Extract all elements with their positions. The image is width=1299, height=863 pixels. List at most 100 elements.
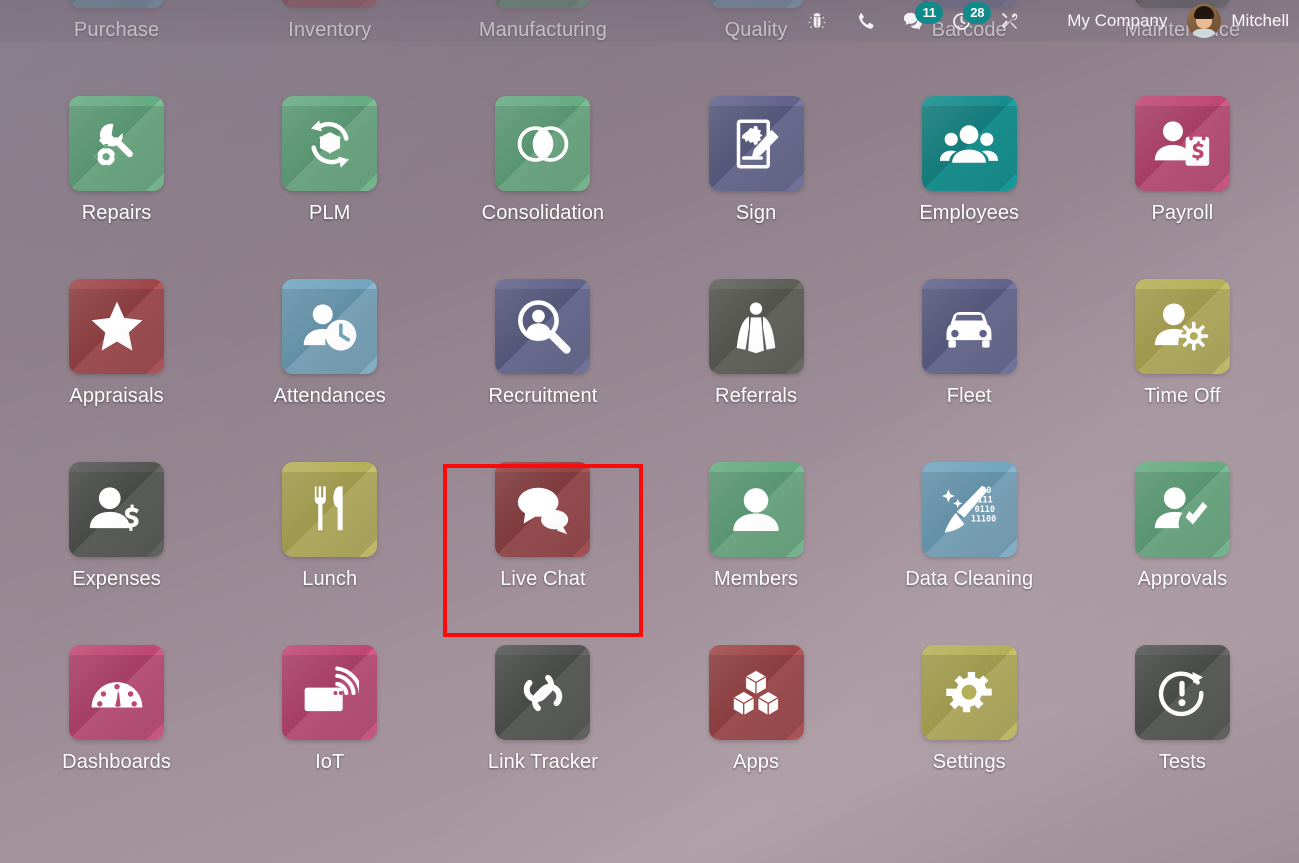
app-label: Fleet <box>946 385 992 407</box>
dashboards-icon[interactable] <box>69 645 165 740</box>
app-label: Approvals <box>1137 568 1228 590</box>
app-tile-iot[interactable]: IoT <box>223 645 436 828</box>
fleet-icon[interactable] <box>921 279 1017 374</box>
app-tile-approvals[interactable]: Approvals <box>1076 462 1289 645</box>
approvals-icon-glyph <box>1135 462 1230 557</box>
members-icon[interactable] <box>708 462 804 557</box>
link-tracker-icon[interactable] <box>495 645 591 740</box>
attendances-icon[interactable] <box>282 279 378 374</box>
app-tile-sign[interactable]: Sign <box>650 96 863 279</box>
data-cleaning-icon[interactable]: 00 111 0110 11100 <box>921 462 1017 557</box>
app-tile-fleet[interactable]: Fleet <box>863 279 1076 462</box>
iot-icon-glyph <box>282 645 377 740</box>
app-tile-settings[interactable]: Settings <box>863 645 1076 828</box>
settings-icon[interactable] <box>921 645 1017 740</box>
app-label: Repairs <box>81 202 152 224</box>
lunch-icon[interactable] <box>282 462 378 557</box>
user-menu[interactable]: Mitchell <box>1187 4 1289 38</box>
chat-bubble-icon[interactable]: 11 <box>889 0 944 42</box>
app-tile-tests[interactable]: Tests <box>1076 645 1289 828</box>
attendances-icon-glyph <box>282 279 377 374</box>
company-selector[interactable]: My Company <box>1067 11 1167 31</box>
fleet-icon-glyph <box>922 279 1017 374</box>
timeoff-icon-glyph <box>1135 279 1230 374</box>
recruitment-icon[interactable] <box>495 279 591 374</box>
members-icon-glyph <box>709 462 804 557</box>
app-tile-link-tracker[interactable]: Link Tracker <box>436 645 649 828</box>
link-tracker-icon-glyph <box>495 645 590 740</box>
iot-icon[interactable] <box>282 645 378 740</box>
phone-icon[interactable] <box>841 0 889 42</box>
app-label: Sign <box>735 202 777 224</box>
payroll-icon[interactable] <box>1134 96 1230 191</box>
dashboards-icon-glyph <box>69 645 164 740</box>
settings-icon-glyph <box>922 645 1017 740</box>
app-label: Expenses <box>72 568 161 590</box>
app-tile-employees[interactable]: Employees <box>863 96 1076 279</box>
data-cleaning-icon-glyph: 00 111 0110 11100 <box>922 462 1017 557</box>
plm-icon[interactable] <box>282 96 378 191</box>
app-tile-dashboards[interactable]: Dashboards <box>10 645 223 828</box>
recruitment-icon-glyph <box>495 279 590 374</box>
payroll-icon-glyph <box>1135 96 1230 191</box>
app-label: PLM <box>309 202 351 224</box>
app-label: Payroll <box>1151 202 1214 224</box>
app-tile-live-chat[interactable]: Live Chat <box>436 462 649 645</box>
app-label: Employees <box>919 202 1020 224</box>
app-tile-lunch[interactable]: Lunch <box>223 462 436 645</box>
live-chat-icon[interactable] <box>495 462 591 557</box>
app-label: Settings <box>932 751 1006 773</box>
repairs-icon[interactable] <box>69 96 165 191</box>
app-tile-recruitment[interactable]: Recruitment <box>436 279 649 462</box>
referrals-icon-glyph <box>709 279 804 374</box>
app-label: Link Tracker <box>487 751 598 773</box>
app-grid: Purchase Inventory Manufacturing Quality… <box>0 0 1299 776</box>
expenses-icon[interactable] <box>69 462 165 557</box>
app-label: Referrals <box>715 385 798 407</box>
plm-icon-glyph <box>282 96 377 191</box>
app-tile-repairs[interactable]: Repairs <box>10 96 223 279</box>
app-label: Members <box>714 568 799 590</box>
app-tile-apps[interactable]: Apps <box>650 645 863 828</box>
app-label: Tests <box>1158 751 1206 773</box>
app-label: Dashboards <box>62 751 171 773</box>
repairs-icon-glyph <box>69 96 164 191</box>
approvals-icon[interactable] <box>1134 462 1230 557</box>
timeoff-icon[interactable] <box>1134 279 1230 374</box>
bug-icon[interactable] <box>793 0 841 42</box>
tools-icon[interactable] <box>985 0 1033 42</box>
sign-icon[interactable] <box>708 96 804 191</box>
app-tile-time-off[interactable]: Time Off <box>1076 279 1289 462</box>
app-tile-data-cleaning[interactable]: 00 111 0110 11100 Data Cleaning <box>863 462 1076 645</box>
app-tile-members[interactable]: Members <box>650 462 863 645</box>
live-chat-icon-glyph <box>495 462 590 557</box>
app-tile-referrals[interactable]: Referrals <box>650 279 863 462</box>
apps-icon[interactable] <box>708 645 804 740</box>
app-tile-appraisals[interactable]: Appraisals <box>10 279 223 462</box>
app-label: Live Chat <box>500 568 586 590</box>
app-label: Lunch <box>302 568 358 590</box>
app-tile-expenses[interactable]: Expenses <box>10 462 223 645</box>
tests-icon-glyph <box>1135 645 1230 740</box>
app-label: Appraisals <box>69 385 164 407</box>
app-tile-attendances[interactable]: Attendances <box>223 279 436 462</box>
app-label: Data Cleaning <box>905 568 1034 590</box>
tests-icon[interactable] <box>1134 645 1230 740</box>
consolidation-icon-glyph <box>495 96 590 191</box>
app-label: Apps <box>733 751 780 773</box>
employees-icon-glyph <box>922 96 1017 191</box>
referrals-icon[interactable] <box>708 279 804 374</box>
app-tile-consolidation[interactable]: Consolidation <box>436 96 649 279</box>
employees-icon[interactable] <box>921 96 1017 191</box>
consolidation-icon[interactable] <box>495 96 591 191</box>
expenses-icon-glyph <box>69 462 164 557</box>
app-label: Attendances <box>273 385 386 407</box>
appraisals-icon[interactable] <box>69 279 165 374</box>
sign-icon-glyph <box>709 96 804 191</box>
activity-clock-icon[interactable]: 28 <box>937 0 992 42</box>
avatar <box>1187 4 1222 38</box>
app-label: Consolidation <box>481 202 605 224</box>
apps-icon-glyph <box>709 645 804 740</box>
app-tile-payroll[interactable]: Payroll <box>1076 96 1289 279</box>
app-tile-plm[interactable]: PLM <box>223 96 436 279</box>
